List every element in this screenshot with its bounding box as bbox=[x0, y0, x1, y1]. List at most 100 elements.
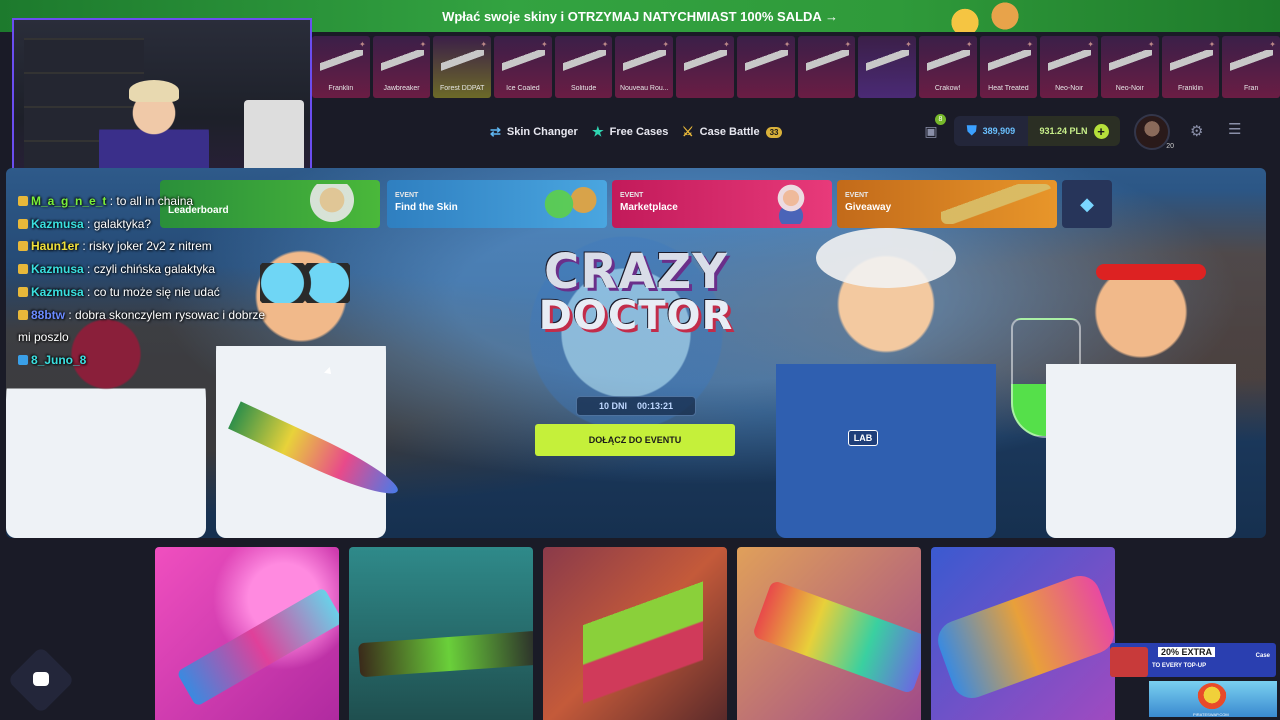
case-weapon-art bbox=[932, 570, 1115, 704]
chat-badge-icon bbox=[18, 196, 28, 206]
gift-icon: ▣ bbox=[924, 122, 938, 139]
weapon-skin-icon bbox=[1048, 50, 1092, 72]
chat-separator: : bbox=[83, 262, 94, 277]
weapon-skin-icon bbox=[502, 50, 546, 72]
deposit-plus-button[interactable]: + bbox=[1093, 123, 1109, 139]
lab-doctor-hair bbox=[816, 228, 956, 288]
join-event-button[interactable]: DOŁĄCZ DO EVENTU bbox=[535, 424, 735, 456]
promo-headline: 20% EXTRA bbox=[1158, 647, 1216, 657]
case-weapon-art bbox=[176, 587, 339, 707]
user-avatar[interactable]: 20 bbox=[1134, 114, 1174, 150]
chat-separator: : bbox=[83, 284, 94, 299]
case-card[interactable] bbox=[931, 547, 1115, 720]
sponsor-ad[interactable]: PIRATESWAP.COM bbox=[1149, 681, 1277, 717]
nav-case-battle[interactable]: ⚔ Case Battle 33 bbox=[682, 124, 783, 140]
chat-text: mi poszlo bbox=[18, 330, 69, 345]
star-icon: ✦ bbox=[1087, 40, 1094, 49]
live-drop-item[interactable]: ✦ Nouveau Rou... bbox=[615, 36, 674, 98]
coins-balance[interactable]: ⛊ 389,909 bbox=[954, 116, 1028, 146]
live-drop-name: Franklin bbox=[1178, 85, 1203, 92]
chat-username: M_a_g_n_e_t bbox=[31, 194, 107, 208]
stream-chat-overlay: M_a_g_n_e_t : to all in chaina Kazmusa : … bbox=[18, 190, 318, 372]
lab-badge: LAB bbox=[848, 430, 878, 446]
live-drop-item[interactable]: ✦ Jawbreaker bbox=[372, 36, 431, 98]
chat-separator: : bbox=[65, 307, 76, 322]
top-nav: ⇄ Skin Changer ★ Free Cases ⚔ Case Battl… bbox=[312, 112, 1280, 152]
case-card[interactable] bbox=[349, 547, 533, 720]
gear-icon[interactable]: ⚙ bbox=[1190, 122, 1203, 140]
nav-skin-changer[interactable]: ⇄ Skin Changer bbox=[490, 124, 578, 140]
live-drop-item[interactable]: ✦ bbox=[676, 36, 734, 98]
star-icon: ✦ bbox=[480, 40, 488, 49]
nav-free-cases[interactable]: ★ Free Cases bbox=[592, 124, 668, 140]
chat-message: mi poszlo bbox=[18, 326, 318, 349]
red-headband bbox=[1096, 264, 1206, 280]
live-drop-item[interactable]: ✦ Forest DDPAT bbox=[433, 36, 492, 98]
weapon-skin-icon bbox=[866, 50, 910, 72]
chat-message: 8_Juno_8 bbox=[18, 349, 318, 372]
live-drop-name: Franklin bbox=[328, 85, 354, 92]
chat-username: Kazmusa bbox=[31, 216, 84, 231]
star-icon: ✦ bbox=[783, 40, 791, 49]
headband-doctor-character bbox=[1046, 248, 1236, 538]
live-drop-item[interactable]: ✦ Ice Coaled bbox=[494, 36, 552, 98]
promo-brand: Case bbox=[1255, 653, 1270, 659]
tab-giveaway[interactable]: EVENT Giveaway bbox=[837, 180, 1057, 228]
live-drop-item[interactable]: ✦ bbox=[797, 36, 856, 98]
live-drop-name: Ice Coaled bbox=[506, 85, 540, 92]
countdown-clock: 00:13:21 bbox=[636, 401, 674, 411]
case-weapon-art bbox=[583, 567, 703, 717]
chat-text: risky joker 2v2 z nitrem bbox=[89, 239, 212, 254]
live-drop-item[interactable]: ✦ Franklin bbox=[312, 36, 370, 98]
chat-badge-icon bbox=[18, 309, 28, 320]
promo-subtext: TO EVERY TOP-UP bbox=[1152, 663, 1207, 669]
live-drop-item[interactable]: ✦ bbox=[736, 36, 795, 98]
live-drop-name: Crakow! bbox=[934, 85, 961, 92]
chat-separator: : bbox=[106, 194, 117, 208]
live-drop-name: Forest DDPAT bbox=[439, 85, 485, 92]
live-drop-item[interactable]: ✦ Neo-Noir bbox=[1040, 36, 1098, 98]
diamond-icon[interactable]: ◆ bbox=[1062, 180, 1112, 228]
live-drop-item[interactable]: ✦ Fran bbox=[1222, 36, 1280, 98]
weapon-skin-icon bbox=[1230, 50, 1274, 72]
weapon-skin-icon bbox=[441, 50, 485, 72]
tab-find-the-skin[interactable]: EVENT Find the Skin bbox=[387, 180, 607, 228]
case-card[interactable] bbox=[737, 547, 921, 720]
gift-button[interactable]: ▣ 8 bbox=[920, 114, 946, 144]
gift-count-badge: 8 bbox=[935, 114, 946, 125]
live-drop-item[interactable]: ✦ Solitude bbox=[554, 36, 613, 98]
star-icon: ✦ bbox=[419, 40, 427, 49]
wallet-balance[interactable]: 931.24 PLN + bbox=[1028, 116, 1120, 146]
star-icon: ✦ bbox=[601, 40, 609, 49]
shield-icon: ⛊ bbox=[966, 123, 977, 138]
ad-mascot bbox=[1197, 683, 1227, 713]
topup-promo-card[interactable]: 20% EXTRA TO EVERY TOP-UP Case bbox=[1110, 643, 1276, 677]
event-title-line1: CRAZY bbox=[544, 244, 728, 300]
star-icon: ✦ bbox=[905, 40, 912, 49]
chat-message: Kazmusa : co tu może się nie udać bbox=[18, 281, 318, 304]
chat-badge-icon bbox=[18, 354, 28, 365]
weapon-skin-icon bbox=[744, 50, 788, 72]
chat-message: Haun1er : risky joker 2v2 z nitrem bbox=[18, 235, 318, 258]
find-skin-art bbox=[531, 184, 601, 224]
case-grid bbox=[155, 547, 1117, 720]
weapon-skin-icon bbox=[562, 50, 606, 72]
chat-username: Haun1er bbox=[31, 239, 80, 254]
live-drop-item[interactable]: ✦ Neo-Noir bbox=[1100, 36, 1159, 98]
live-drop-item[interactable]: ✦ Heat Treated bbox=[979, 36, 1038, 98]
marketplace-art bbox=[756, 184, 826, 224]
nav-case-battle-label: Case Battle bbox=[699, 126, 760, 138]
live-drop-item[interactable]: ✦ Crakow! bbox=[918, 36, 977, 98]
weapon-skin-icon bbox=[380, 50, 424, 72]
live-drop-item[interactable]: ✦ bbox=[858, 36, 916, 98]
live-drop-name: Jawbreaker bbox=[383, 85, 420, 92]
tab-marketplace[interactable]: EVENT Marketplace bbox=[612, 180, 832, 228]
chat-text: co tu może się nie udać bbox=[93, 284, 220, 299]
tab-leaderboard-label: Leaderboard bbox=[168, 205, 229, 216]
crossed-swords-icon: ⚔ bbox=[682, 124, 694, 139]
case-card[interactable] bbox=[543, 547, 727, 720]
live-drop-item[interactable]: ✦ Franklin bbox=[1161, 36, 1220, 98]
star-icon: ✦ bbox=[844, 40, 852, 49]
menu-icon[interactable]: ☰ bbox=[1228, 120, 1241, 138]
case-card[interactable] bbox=[155, 547, 339, 720]
